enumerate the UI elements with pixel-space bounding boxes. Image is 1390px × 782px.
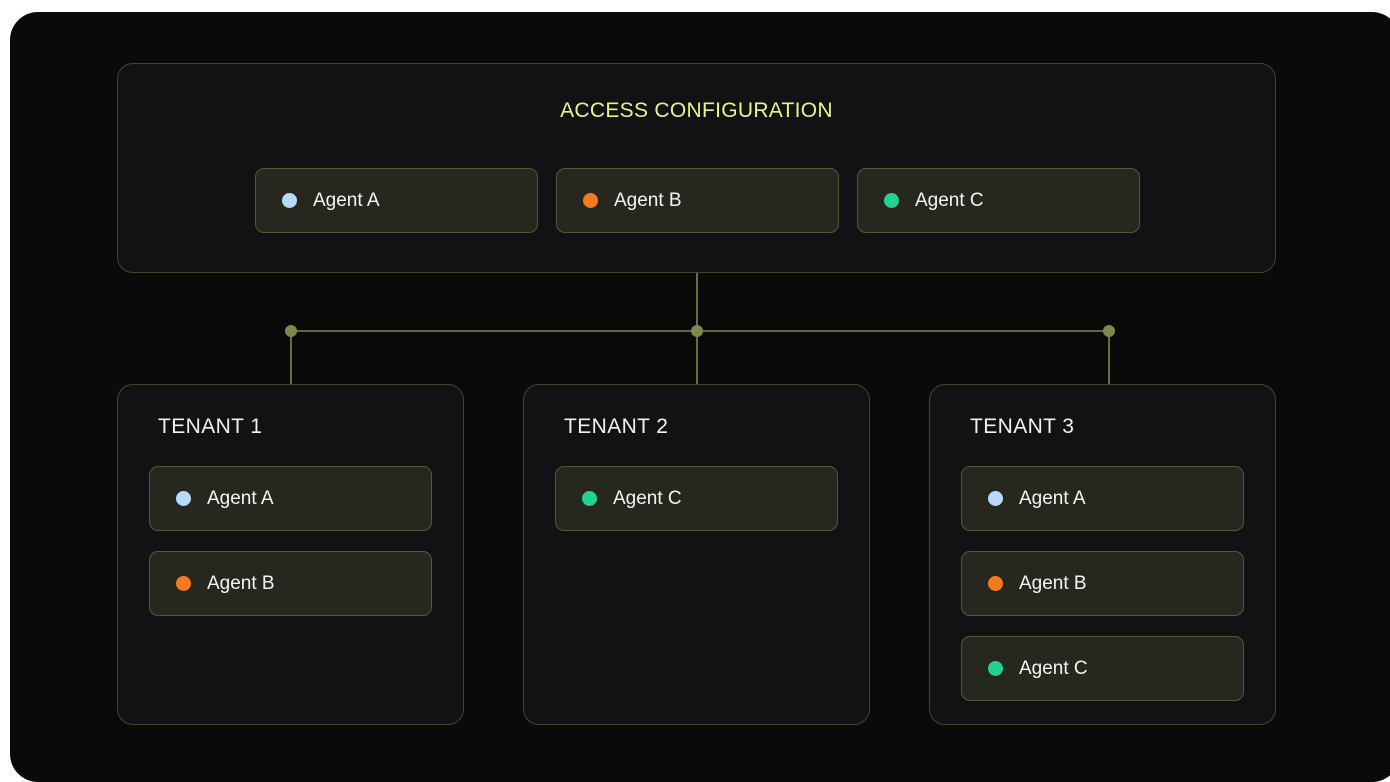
- tenant-3-agent-b-card[interactable]: Agent B: [961, 551, 1244, 616]
- access-configuration-panel: ACCESS CONFIGURATION Agent A Agent B Age…: [117, 63, 1276, 273]
- agent-label: Agent C: [1019, 657, 1088, 679]
- access-configuration-title: ACCESS CONFIGURATION: [560, 99, 833, 122]
- tenant-3-agent-c-card[interactable]: Agent C: [961, 636, 1244, 701]
- agent-a-dot-icon: [282, 193, 297, 208]
- agent-b-dot-icon: [176, 576, 191, 591]
- tenant-1-agent-b-card[interactable]: Agent B: [149, 551, 432, 616]
- access-agent-c-card[interactable]: Agent C: [857, 168, 1140, 233]
- agent-label: Agent A: [1019, 487, 1086, 509]
- agent-c-dot-icon: [884, 193, 899, 208]
- agent-label: Agent B: [1019, 572, 1087, 594]
- agent-label: Agent A: [313, 189, 380, 211]
- tenant-2-title: TENANT 2: [564, 415, 669, 438]
- agent-c-dot-icon: [988, 661, 1003, 676]
- agent-label: Agent B: [207, 572, 275, 594]
- tenant-1-title: TENANT 1: [158, 415, 263, 438]
- agent-a-dot-icon: [176, 491, 191, 506]
- tenant-3-title: TENANT 3: [970, 415, 1075, 438]
- tenant-2-agent-c-card[interactable]: Agent C: [555, 466, 838, 531]
- agent-label: Agent B: [614, 189, 682, 211]
- agent-b-dot-icon: [988, 576, 1003, 591]
- access-agent-a-card[interactable]: Agent A: [255, 168, 538, 233]
- tenant-3-agent-a-card[interactable]: Agent A: [961, 466, 1244, 531]
- tenant-3-panel: TENANT 3 Agent A Agent B Agent C: [929, 384, 1276, 725]
- agent-a-dot-icon: [988, 491, 1003, 506]
- tenant-2-panel: TENANT 2 Agent C: [523, 384, 870, 725]
- agent-b-dot-icon: [583, 193, 598, 208]
- agent-label: Agent C: [915, 189, 984, 211]
- tenant-1-panel: TENANT 1 Agent A Agent B: [117, 384, 464, 725]
- access-agent-b-card[interactable]: Agent B: [556, 168, 839, 233]
- tenant-1-agent-a-card[interactable]: Agent A: [149, 466, 432, 531]
- agent-c-dot-icon: [582, 491, 597, 506]
- agent-label: Agent A: [207, 487, 274, 509]
- agent-label: Agent C: [613, 487, 682, 509]
